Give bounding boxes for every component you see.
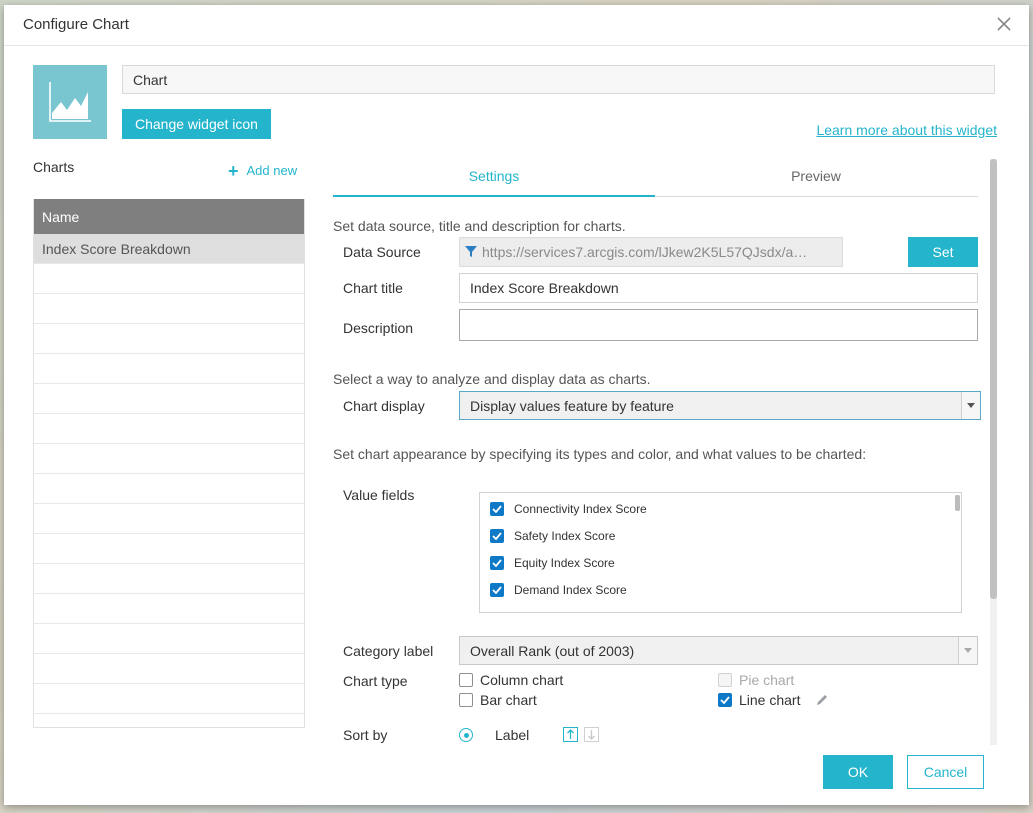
checkbox-checked-icon[interactable] — [490, 529, 504, 543]
value-field-item[interactable]: Demand Index Score — [490, 583, 627, 597]
value-field-label: Safety Index Score — [514, 529, 616, 543]
charts-table: Name Index Score Breakdown — [33, 199, 305, 728]
cancel-button[interactable]: Cancel — [907, 755, 984, 789]
dialog-title-bar: Configure Chart — [4, 5, 1029, 46]
value-fields-label: Value fields — [343, 487, 415, 503]
add-new-label: Add new — [246, 163, 298, 178]
chart-list-empty-row — [34, 474, 304, 504]
chevron-down-icon[interactable] — [958, 637, 977, 664]
chart-type-label: Chart type — [343, 673, 408, 689]
chart-list-empty-row — [34, 624, 304, 654]
value-field-item[interactable]: Connectivity Index Score — [490, 502, 647, 516]
chart-list-empty-row — [34, 564, 304, 594]
chart-list-empty-row — [34, 594, 304, 624]
chart-list-item[interactable]: Index Score Breakdown — [34, 234, 304, 264]
change-widget-icon-button[interactable]: Change widget icon — [122, 109, 271, 139]
category-label-select[interactable]: Overall Rank (out of 2003) — [459, 636, 978, 665]
appearance-intro: Set chart appearance by specifying its t… — [333, 446, 867, 462]
chevron-down-icon[interactable] — [961, 392, 980, 419]
chart-type-line-label: Line chart — [739, 692, 801, 708]
chart-display-label: Chart display — [343, 398, 425, 414]
filter-icon — [464, 244, 478, 261]
chart-list-empty-row — [34, 264, 304, 294]
widget-name-value: Chart — [133, 71, 168, 88]
chart-list-empty-row — [34, 354, 304, 384]
chart-list-empty-row — [34, 324, 304, 354]
chart-type-line[interactable]: Line chart — [718, 692, 829, 708]
chart-type-column-label: Column chart — [480, 672, 564, 688]
checkbox-unchecked-icon[interactable] — [459, 693, 473, 707]
chart-list-empty-row — [34, 534, 304, 564]
close-icon[interactable] — [995, 15, 1013, 33]
chart-type-column[interactable]: Column chart — [459, 672, 563, 688]
chart-list-empty-row — [34, 444, 304, 474]
category-label-value: Overall Rank (out of 2003) — [470, 642, 635, 659]
checkbox-checked-icon[interactable] — [490, 556, 504, 570]
value-field-label: Connectivity Index Score — [514, 502, 647, 516]
plus-icon: + — [228, 160, 239, 181]
chart-list-empty-row — [34, 414, 304, 444]
sort-by-value: Label — [495, 727, 530, 743]
settings-scrollbar-thumb[interactable] — [990, 159, 997, 599]
chart-type-bar-label: Bar chart — [480, 692, 537, 708]
chart-type-pie-label: Pie chart — [739, 672, 795, 688]
value-field-label: Demand Index Score — [514, 583, 627, 597]
checkbox-unchecked-icon[interactable] — [459, 673, 473, 687]
checkbox-checked-icon[interactable] — [718, 693, 732, 707]
description-input[interactable] — [459, 309, 978, 341]
charts-label: Charts — [33, 159, 75, 175]
value-field-item[interactable]: Equity Index Score — [490, 556, 615, 570]
chart-type-pie: Pie chart — [718, 672, 794, 688]
checkbox-checked-icon[interactable] — [490, 502, 504, 516]
data-source-url: https://services7.arcgis.com/lJkew2K5L57… — [482, 244, 808, 260]
configure-chart-dialog: Configure Chart Chart Change widget icon… — [4, 5, 1029, 805]
tab-settings[interactable]: Settings — [333, 164, 655, 197]
value-fields-scrollbar[interactable] — [955, 495, 960, 511]
chart-list-empty-row — [34, 714, 304, 727]
description-label: Description — [343, 320, 414, 336]
analyze-intro: Select a way to analyze and display data… — [333, 371, 651, 387]
data-source-field: https://services7.arcgis.com/lJkew2K5L57… — [459, 237, 843, 267]
data-source-intro: Set data source, title and description f… — [333, 218, 626, 234]
learn-more-link[interactable]: Learn more about this widget — [816, 122, 997, 138]
chart-title-input[interactable]: Index Score Breakdown — [459, 273, 978, 303]
chart-list-empty-row — [34, 384, 304, 414]
chart-list-empty-row — [34, 654, 304, 684]
ok-button[interactable]: OK — [823, 755, 893, 789]
sort-by-label-radio[interactable] — [459, 728, 473, 742]
chart-title-value: Index Score Breakdown — [470, 280, 619, 296]
widget-name-input[interactable]: Chart — [122, 65, 995, 94]
add-new-chart-button[interactable]: + Add new — [228, 160, 298, 181]
chart-widget-icon[interactable] — [33, 65, 107, 139]
chart-list-empty-row — [34, 294, 304, 324]
sort-ascending-icon[interactable] — [563, 727, 578, 742]
value-fields-list: Connectivity Index Score Safety Index Sc… — [479, 492, 962, 613]
chart-list-empty-row — [34, 504, 304, 534]
category-label-label: Category label — [343, 643, 434, 659]
checkbox-disabled-icon — [718, 673, 732, 687]
sort-descending-icon[interactable] — [584, 727, 599, 742]
value-field-label: Equity Index Score — [514, 556, 615, 570]
dialog-title: Configure Chart — [23, 16, 129, 33]
chart-list-empty-row — [34, 684, 304, 714]
settings-tabs: Settings Preview — [333, 164, 978, 197]
chart-title-label: Chart title — [343, 280, 403, 296]
chart-item-label: Index Score Breakdown — [42, 240, 191, 257]
value-field-item[interactable]: Safety Index Score — [490, 529, 615, 543]
checkbox-checked-icon[interactable] — [490, 583, 504, 597]
sort-by-label: Sort by — [343, 727, 388, 743]
tab-preview[interactable]: Preview — [655, 164, 977, 196]
chart-display-select[interactable]: Display values feature by feature — [459, 391, 981, 420]
pencil-icon[interactable] — [815, 693, 829, 707]
data-source-label: Data Source — [343, 244, 421, 260]
chart-display-value: Display values feature by feature — [470, 397, 674, 414]
chart-type-bar[interactable]: Bar chart — [459, 692, 537, 708]
charts-table-header: Name — [34, 199, 304, 234]
set-data-source-button[interactable]: Set — [908, 237, 978, 267]
